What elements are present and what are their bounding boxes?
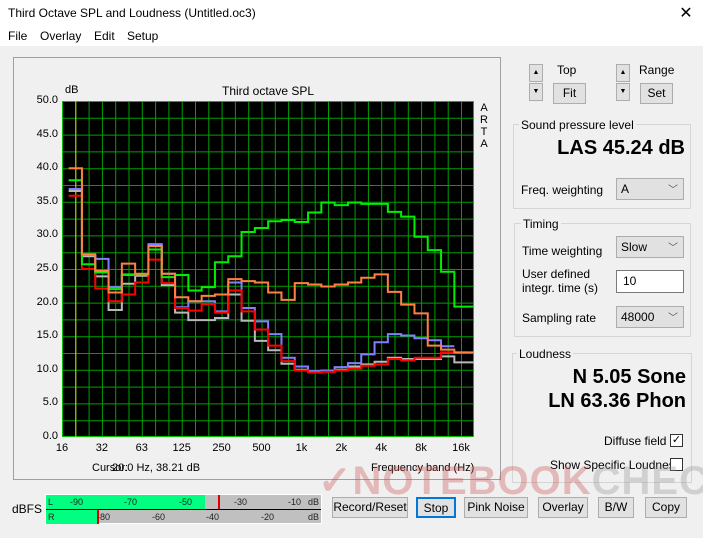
meter-tick: -30 bbox=[234, 497, 248, 507]
y-tick-label: 5.0 bbox=[42, 396, 58, 409]
meter-tick: -10 bbox=[288, 497, 302, 507]
window-title: Third Octave SPL and Loudness (Untitled.… bbox=[8, 6, 256, 20]
meter-tick: -70 bbox=[124, 497, 138, 507]
stop-button[interactable]: Stop bbox=[416, 497, 456, 518]
top-label: Top bbox=[557, 63, 577, 77]
time-weighting-label: Time weighting bbox=[522, 244, 603, 258]
y-tick-label: 10.0 bbox=[36, 362, 58, 375]
arta-brand: ARTA bbox=[480, 102, 488, 150]
chart-title: Third octave SPL bbox=[222, 84, 315, 98]
right-channel-label: R bbox=[48, 512, 55, 522]
arrow-up-icon: ▲ bbox=[619, 69, 627, 76]
chevron-down-icon: ﹀ bbox=[668, 185, 678, 196]
loudness-n-value: N 5.05 Sone bbox=[572, 366, 686, 388]
loudness-group-title: Loudness bbox=[517, 347, 574, 361]
loudness-ln-value: LN 63.36 Phon bbox=[548, 390, 686, 412]
time-weighting-value: Slow bbox=[621, 240, 648, 254]
chevron-down-icon: ﹀ bbox=[668, 243, 678, 254]
x-tick-label: 125 bbox=[172, 442, 191, 454]
meter-tick: -50 bbox=[179, 497, 193, 507]
spl-group-title: Sound pressure level bbox=[519, 118, 636, 132]
range-label: Range bbox=[639, 63, 675, 77]
freq-weighting-value: A bbox=[621, 182, 630, 196]
sampling-rate-value: 48000 bbox=[621, 310, 655, 324]
title-bar: Third Octave SPL and Loudness (Untitled.… bbox=[0, 0, 703, 26]
x-tick-label: 1k bbox=[295, 442, 308, 454]
x-tick-label: 4k bbox=[375, 442, 387, 454]
menu-setup[interactable]: Setup bbox=[127, 29, 158, 43]
spl-value: LAS 45.24 dB bbox=[557, 137, 685, 159]
diffuse-field-label: Diffuse field bbox=[604, 434, 667, 448]
y-tick-label: 50.0 bbox=[36, 94, 58, 106]
integr-time-label-1: User defined bbox=[522, 267, 591, 281]
meter-tick: dB bbox=[308, 512, 320, 522]
top-up-button[interactable]: ▲ bbox=[529, 64, 543, 82]
meter-tick: -60 bbox=[152, 512, 166, 522]
y-tick-label: 45.0 bbox=[36, 127, 58, 140]
copy-button[interactable]: Copy bbox=[645, 497, 687, 518]
range-up-button[interactable]: ▲ bbox=[616, 64, 630, 82]
bw-button[interactable]: B/W bbox=[598, 497, 634, 518]
timing-group-title: Timing bbox=[521, 217, 561, 231]
integr-time-label-2: integr. time (s) bbox=[522, 281, 599, 295]
pink-noise-button[interactable]: Pink Noise bbox=[464, 497, 528, 518]
fit-button[interactable]: Fit bbox=[553, 83, 586, 104]
diffuse-field-checkbox[interactable]: ✓ bbox=[670, 434, 683, 447]
menu-file[interactable]: File bbox=[8, 29, 27, 43]
sampling-rate-label: Sampling rate bbox=[522, 311, 597, 325]
x-tick-label: 16 bbox=[55, 442, 69, 454]
dbfs-label: dBFS bbox=[12, 502, 43, 516]
cursor-value: 20.0 Hz, 38.21 dB bbox=[112, 462, 201, 474]
y-tick-label: 35.0 bbox=[36, 194, 58, 207]
range-down-button[interactable]: ▼ bbox=[616, 83, 630, 101]
x-tick-label: 16k bbox=[452, 442, 470, 454]
close-icon[interactable]: ✕ bbox=[676, 3, 696, 23]
y-tick-label: 30.0 bbox=[36, 228, 58, 241]
sampling-rate-select[interactable]: 48000 ﹀ bbox=[616, 306, 684, 328]
y-axis-label: dB bbox=[65, 84, 79, 96]
overlay-button[interactable]: Overlay bbox=[538, 497, 588, 518]
level-meter: L R -90 -70 -50 -30 -10 dB -80 -60 -40 -… bbox=[45, 494, 322, 524]
integr-time-input[interactable]: 10 bbox=[616, 270, 684, 293]
x-tick-label: 250 bbox=[212, 442, 231, 454]
arrow-down-icon: ▼ bbox=[619, 88, 627, 95]
x-tick-label: 8k bbox=[415, 442, 427, 454]
meter-tick: -40 bbox=[206, 512, 220, 522]
y-tick-label: 0.0 bbox=[42, 430, 58, 442]
top-down-button[interactable]: ▼ bbox=[529, 83, 543, 101]
chevron-down-icon: ﹀ bbox=[668, 313, 678, 324]
y-tick-label: 40.0 bbox=[36, 161, 58, 174]
meter-tick: -20 bbox=[261, 512, 275, 522]
menu-edit[interactable]: Edit bbox=[94, 29, 115, 43]
y-tick-label: 20.0 bbox=[36, 295, 58, 308]
y-tick-label: 25.0 bbox=[36, 262, 58, 274]
record-reset-button[interactable]: Record/Reset bbox=[332, 497, 408, 518]
meter-tick: -80 bbox=[97, 512, 111, 522]
set-button[interactable]: Set bbox=[640, 83, 673, 104]
freq-weighting-label: Freq. weighting bbox=[521, 183, 604, 197]
meter-tick: dB bbox=[308, 497, 320, 507]
x-tick-label: 32 bbox=[95, 442, 109, 454]
arrow-down-icon: ▼ bbox=[532, 88, 540, 95]
left-peak-marker bbox=[218, 495, 221, 509]
x-tick-label: 63 bbox=[135, 442, 148, 454]
x-tick-label: 500 bbox=[252, 442, 271, 454]
x-tick-label: 2k bbox=[335, 442, 348, 454]
left-channel-label: L bbox=[48, 497, 54, 507]
time-weighting-select[interactable]: Slow ﹀ bbox=[616, 236, 684, 258]
meter-tick: -90 bbox=[70, 497, 84, 507]
menu-overlay[interactable]: Overlay bbox=[40, 29, 81, 43]
spl-plot[interactable] bbox=[62, 101, 474, 437]
arrow-up-icon: ▲ bbox=[532, 69, 540, 76]
menu-bar: File Overlay Edit Setup bbox=[0, 26, 703, 46]
y-tick-label: 15.0 bbox=[36, 329, 58, 342]
freq-weighting-select[interactable]: A ﹀ bbox=[616, 178, 684, 200]
